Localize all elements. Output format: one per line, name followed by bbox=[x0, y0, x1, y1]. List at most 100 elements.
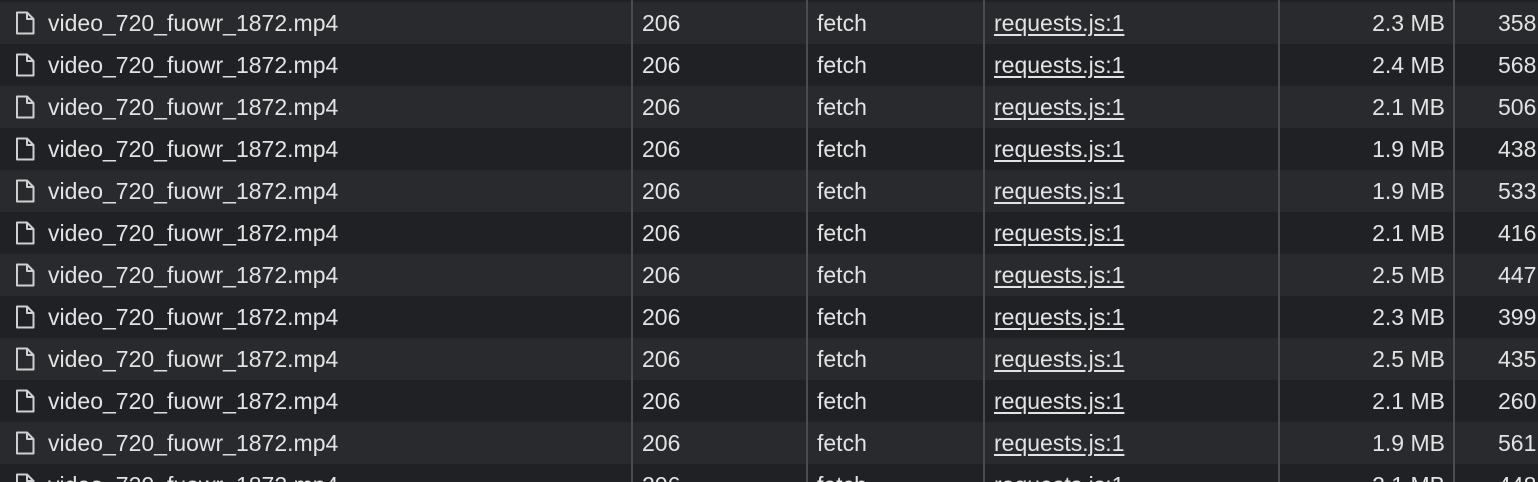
request-name: video_720_fuowr_1872.mp4 bbox=[48, 136, 339, 162]
name-cell[interactable]: video_720_fuowr_1872.mp4 bbox=[0, 254, 631, 296]
initiator-cell: requests.js:1 bbox=[994, 296, 1274, 338]
request-name: video_720_fuowr_1872.mp4 bbox=[48, 94, 339, 120]
request-row[interactable]: video_720_fuowr_1872.mp4 206 fetch requests… bbox=[0, 254, 1538, 296]
size-cell: 2.5 MB bbox=[1372, 346, 1445, 372]
request-row[interactable]: video_720_fuowr_1872.mp4 206 fetch requests… bbox=[0, 380, 1538, 422]
size-cell: 2.4 MB bbox=[1372, 52, 1445, 78]
column-divider-type-initiator[interactable] bbox=[983, 0, 985, 482]
size-cell: 2.1 MB bbox=[1372, 388, 1445, 414]
document-icon bbox=[16, 263, 35, 287]
name-cell[interactable]: video_720_fuowr_1872.mp4 bbox=[0, 128, 631, 170]
time-cell: 416 bbox=[1498, 220, 1537, 246]
type-cell: fetch bbox=[817, 430, 867, 456]
document-icon bbox=[16, 53, 35, 77]
request-row[interactable]: video_720_fuowr_1872.mp4 206 fetch requests… bbox=[0, 464, 1538, 482]
status-cell: 206 bbox=[642, 430, 681, 456]
type-cell: fetch bbox=[817, 388, 867, 414]
name-cell[interactable]: video_720_fuowr_1872.mp4 bbox=[0, 296, 631, 338]
document-icon bbox=[16, 11, 35, 35]
initiator-link[interactable]: requests.js:1 bbox=[994, 52, 1124, 78]
request-row[interactable]: video_720_fuowr_1872.mp4 206 fetch requests… bbox=[0, 296, 1538, 338]
name-cell[interactable]: video_720_fuowr_1872.mp4 bbox=[0, 212, 631, 254]
request-name: video_720_fuowr_1872.mp4 bbox=[48, 10, 339, 36]
initiator-cell: requests.js:1 bbox=[994, 44, 1274, 86]
name-cell[interactable]: video_720_fuowr_1872.mp4 bbox=[0, 86, 631, 128]
document-icon bbox=[16, 347, 35, 371]
column-divider-name-status[interactable] bbox=[631, 0, 633, 482]
request-name: video_720_fuowr_1872.mp4 bbox=[48, 388, 339, 414]
document-icon bbox=[16, 305, 35, 329]
name-cell[interactable]: video_720_fuowr_1872.mp4 bbox=[0, 338, 631, 380]
initiator-link[interactable]: requests.js:1 bbox=[994, 388, 1124, 414]
size-cell: 2.3 MB bbox=[1372, 304, 1445, 330]
size-cell: 1.9 MB bbox=[1372, 430, 1445, 456]
initiator-link[interactable]: requests.js:1 bbox=[994, 262, 1124, 288]
document-icon bbox=[16, 431, 35, 455]
initiator-link[interactable]: requests.js:1 bbox=[994, 136, 1124, 162]
initiator-link[interactable]: requests.js:1 bbox=[994, 220, 1124, 246]
request-row[interactable]: video_720_fuowr_1872.mp4 206 fetch requests… bbox=[0, 2, 1538, 44]
status-cell: 206 bbox=[642, 10, 681, 36]
request-name: video_720_fuowr_1872.mp4 bbox=[48, 178, 339, 204]
request-row[interactable]: video_720_fuowr_1872.mp4 206 fetch requests… bbox=[0, 338, 1538, 380]
type-cell: fetch bbox=[817, 52, 867, 78]
request-row[interactable]: video_720_fuowr_1872.mp4 206 fetch requests… bbox=[0, 44, 1538, 86]
request-row[interactable]: video_720_fuowr_1872.mp4 206 fetch requests… bbox=[0, 86, 1538, 128]
column-divider-status-type[interactable] bbox=[806, 0, 808, 482]
initiator-cell: requests.js:1 bbox=[994, 254, 1274, 296]
time-cell: 561 bbox=[1498, 430, 1537, 456]
time-cell: 568 bbox=[1498, 52, 1537, 78]
initiator-cell: requests.js:1 bbox=[994, 338, 1274, 380]
initiator-link[interactable]: requests.js:1 bbox=[994, 346, 1124, 372]
status-cell: 206 bbox=[642, 52, 681, 78]
status-cell: 206 bbox=[642, 346, 681, 372]
name-cell[interactable]: video_720_fuowr_1872.mp4 bbox=[0, 464, 631, 482]
request-row[interactable]: video_720_fuowr_1872.mp4 206 fetch requests… bbox=[0, 212, 1538, 254]
size-cell: 1.9 MB bbox=[1372, 178, 1445, 204]
name-cell[interactable]: video_720_fuowr_1872.mp4 bbox=[0, 170, 631, 212]
initiator-cell: requests.js:1 bbox=[994, 86, 1274, 128]
name-cell[interactable]: video_720_fuowr_1872.mp4 bbox=[0, 422, 631, 464]
initiator-cell: requests.js:1 bbox=[994, 380, 1274, 422]
type-cell: fetch bbox=[817, 10, 867, 36]
initiator-link[interactable]: requests.js:1 bbox=[994, 10, 1124, 36]
initiator-link[interactable]: requests.js:1 bbox=[994, 430, 1124, 456]
document-icon bbox=[16, 95, 35, 119]
type-cell: fetch bbox=[817, 136, 867, 162]
initiator-link[interactable]: requests.js:1 bbox=[994, 472, 1124, 482]
document-icon bbox=[16, 179, 35, 203]
initiator-cell: requests.js:1 bbox=[994, 464, 1274, 482]
request-row[interactable]: video_720_fuowr_1872.mp4 206 fetch requests… bbox=[0, 170, 1538, 212]
type-cell: fetch bbox=[817, 220, 867, 246]
status-cell: 206 bbox=[642, 262, 681, 288]
type-cell: fetch bbox=[817, 94, 867, 120]
document-icon bbox=[16, 389, 35, 413]
request-row[interactable]: video_720_fuowr_1872.mp4 206 fetch requests… bbox=[0, 128, 1538, 170]
initiator-cell: requests.js:1 bbox=[994, 2, 1274, 44]
type-cell: fetch bbox=[817, 304, 867, 330]
status-cell: 206 bbox=[642, 220, 681, 246]
initiator-link[interactable]: requests.js:1 bbox=[994, 178, 1124, 204]
request-row[interactable]: video_720_fuowr_1872.mp4 206 fetch requests… bbox=[0, 422, 1538, 464]
column-divider-size-time[interactable] bbox=[1453, 0, 1455, 482]
initiator-link[interactable]: requests.js:1 bbox=[994, 304, 1124, 330]
initiator-cell: requests.js:1 bbox=[994, 212, 1274, 254]
time-cell: 533 bbox=[1498, 178, 1537, 204]
time-cell: 358 bbox=[1498, 10, 1537, 36]
document-icon bbox=[16, 473, 35, 482]
name-cell[interactable]: video_720_fuowr_1872.mp4 bbox=[0, 380, 631, 422]
column-divider-initiator-size[interactable] bbox=[1278, 0, 1280, 482]
initiator-cell: requests.js:1 bbox=[994, 422, 1274, 464]
size-cell: 1.9 MB bbox=[1372, 136, 1445, 162]
size-cell: 2.1 MB bbox=[1372, 220, 1445, 246]
initiator-link[interactable]: requests.js:1 bbox=[994, 94, 1124, 120]
request-name: video_720_fuowr_1872.mp4 bbox=[48, 346, 339, 372]
status-cell: 206 bbox=[642, 178, 681, 204]
time-cell: 435 bbox=[1498, 346, 1537, 372]
initiator-cell: requests.js:1 bbox=[994, 170, 1274, 212]
size-cell: 2.3 MB bbox=[1372, 10, 1445, 36]
size-cell: 2.5 MB bbox=[1372, 262, 1445, 288]
name-cell[interactable]: video_720_fuowr_1872.mp4 bbox=[0, 44, 631, 86]
initiator-cell: requests.js:1 bbox=[994, 128, 1274, 170]
name-cell[interactable]: video_720_fuowr_1872.mp4 bbox=[0, 2, 631, 44]
